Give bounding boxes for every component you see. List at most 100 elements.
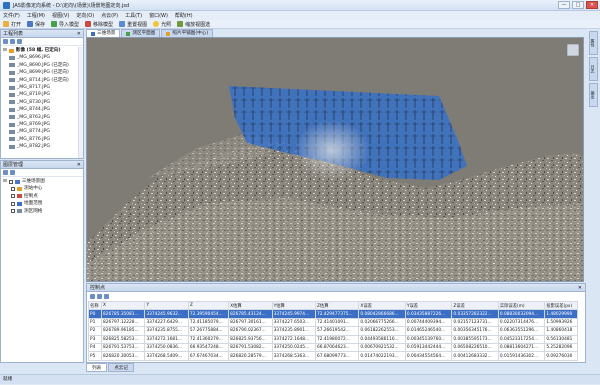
table-cell: 826797.12228... — [101, 317, 146, 328]
table-row[interactable]: P3 826825.58253... 3374272.1681... 72.41360… — [87, 334, 578, 344]
panel-close-icon[interactable]: ✕ — [578, 284, 582, 292]
right-dock: 属性 日志 输出 — [586, 29, 600, 369]
light-button[interactable]: 光照 — [153, 21, 171, 28]
menu-help[interactable]: 帮助(H) — [175, 12, 193, 19]
menu-pointcloud[interactable]: 点云(P) — [101, 12, 118, 19]
save-button[interactable]: 保存 — [27, 21, 45, 28]
layer-item[interactable]: 控制点 — [3, 193, 81, 200]
table-cell: 3374268.5363... — [271, 351, 316, 361]
panel-close-icon[interactable]: ✕ — [77, 30, 81, 38]
image-icon — [9, 129, 15, 134]
minimize-button[interactable]: — — [558, 1, 570, 9]
add-layer-icon[interactable] — [3, 170, 8, 175]
collapse-icon[interactable] — [10, 39, 15, 44]
export-icon[interactable] — [104, 293, 109, 299]
tab-list[interactable]: 列表 — [86, 363, 108, 372]
col-z-err[interactable]: Z误差 — [451, 300, 499, 311]
table-cell: 72.41980072... — [314, 334, 360, 344]
col-proj-err[interactable]: 投影误差(px) — [544, 300, 578, 311]
col-z-est[interactable]: Z估算 — [314, 300, 360, 311]
table-row[interactable]: P4 826791.53753... 3374250.0836... 66.93547… — [87, 342, 578, 353]
import-icon — [51, 21, 58, 27]
tree-item[interactable]: _MG_8690.JPG (已定向) — [3, 62, 81, 69]
layer-item[interactable]: 测站中心 — [3, 185, 81, 192]
image-icon — [9, 63, 15, 68]
tree-item[interactable]: _MG_8776.JPG — [3, 136, 81, 143]
tree-item[interactable]: _MG_8714.JPG (已定向) — [3, 77, 81, 84]
layer-root[interactable]: ⊟ 三维场景图 — [3, 178, 81, 185]
tree-item[interactable]: _MG_8719.JPG — [3, 91, 81, 98]
tree-root[interactable]: ⊟ 影像 (58 幅, 已定向) — [3, 47, 81, 54]
col-x[interactable]: X — [101, 300, 146, 311]
nav-cube-icon[interactable] — [566, 43, 580, 57]
layer-item[interactable]: 测区网格 — [3, 208, 81, 215]
col-real-err[interactable]: 实际误差(m) — [497, 300, 546, 311]
refresh-icon[interactable] — [17, 39, 22, 44]
right-tab-log[interactable]: 日志 — [588, 57, 598, 81]
right-tab-output[interactable]: 输出 — [588, 83, 598, 107]
tree-item[interactable]: _MG_8717.JPG — [3, 84, 81, 91]
tree-item[interactable]: _MG_8696.JPG — [3, 54, 81, 61]
remove-model-button[interactable]: 移除模型 — [85, 21, 113, 28]
project-scrollbar[interactable] — [78, 47, 83, 158]
menu-bar: 文件(F) 工程(M) 视图(V) 定向(O) 点云(P) 工具(T) 窗口(W… — [0, 11, 600, 20]
tree-item[interactable]: _MG_8782.JPG — [3, 143, 81, 150]
menu-window[interactable]: 窗口(W) — [149, 12, 168, 19]
tree-item[interactable]: _MG_8763.JPG — [3, 114, 81, 121]
panel-close-icon[interactable]: ✕ — [77, 161, 81, 169]
table-row[interactable]: P2 826789.96185... 3374235.8755... 57.26775… — [87, 326, 578, 336]
delete-point-icon[interactable] — [97, 293, 102, 299]
table-cell: 3374250.0836... — [144, 342, 189, 353]
3d-viewport[interactable] — [86, 37, 584, 282]
scale-view-button[interactable]: 缩放视图选 — [177, 21, 210, 28]
folder-icon — [8, 48, 14, 53]
tab-photo-tile[interactable]: 照片平铺图(中心) — [161, 29, 214, 37]
table-row[interactable]: P1 826797.12228... 3374227.6429... 72.41185… — [87, 317, 578, 328]
tab-point-record[interactable]: 点云记 — [108, 363, 134, 372]
menu-orient[interactable]: 定向(O) — [76, 12, 94, 19]
checkbox[interactable] — [11, 194, 15, 199]
tree-item[interactable]: _MG_8730.JPG — [3, 99, 81, 106]
table-cell: 72.41401091... — [314, 317, 360, 328]
reset-view-button[interactable]: 重置视图 — [119, 21, 147, 28]
checkbox[interactable] — [11, 187, 15, 192]
col-name[interactable]: 名称 — [87, 300, 103, 311]
add-point-icon[interactable] — [90, 293, 95, 299]
tree-item[interactable]: _MG_8744.JPG — [3, 106, 81, 113]
import-model-button[interactable]: 导入模型 — [51, 21, 79, 28]
expand-icon[interactable] — [3, 39, 8, 44]
checkbox[interactable] — [11, 201, 15, 206]
table-cell: 0.08830032094... — [497, 309, 546, 319]
project-panel-tools — [1, 38, 83, 46]
menu-tools[interactable]: 工具(T) — [125, 12, 142, 19]
checkbox[interactable] — [11, 209, 15, 214]
layer-panel-header: 图层管理 ✕ — [1, 161, 83, 169]
col-x-err[interactable]: X误差 — [358, 300, 406, 311]
tab-3d-scene[interactable]: 三维场景 — [86, 29, 121, 37]
menu-project[interactable]: 工程(M) — [27, 12, 45, 19]
close-button[interactable]: ✕ — [586, 1, 598, 9]
tree-item[interactable]: _MG_8699.JPG (已定向) — [3, 69, 81, 76]
tree-item[interactable]: _MG_8774.JPG — [3, 128, 81, 135]
checkbox[interactable] — [8, 179, 13, 184]
project-panel-header: 工程列表 ✕ — [1, 30, 83, 38]
layer-item[interactable]: 地面范围 — [3, 200, 81, 207]
menu-view[interactable]: 视图(V) — [52, 12, 69, 19]
remove-layer-icon[interactable] — [10, 170, 15, 175]
col-y[interactable]: Y — [144, 300, 189, 311]
table-cell: P1 — [87, 317, 103, 328]
col-x-est[interactable]: X估算 — [228, 300, 273, 311]
table-row[interactable]: P0 826785.35081... 3374245.9632... 72.39590… — [87, 309, 578, 319]
col-y-est[interactable]: Y估算 — [271, 300, 316, 311]
col-z[interactable]: Z — [187, 300, 230, 311]
col-y-err[interactable]: Y误差 — [404, 300, 453, 311]
tree-item[interactable]: _MG_8769.JPG — [3, 121, 81, 128]
table-row[interactable]: P5 826820.30053... 3374268.5409... 67.67467… — [87, 351, 578, 361]
right-tab-properties[interactable]: 属性 — [588, 31, 598, 55]
tab-plan-view[interactable]: 测区平面图 — [121, 29, 161, 37]
maximize-button[interactable]: □ — [572, 1, 584, 9]
menu-file[interactable]: 文件(F) — [3, 12, 20, 19]
table-cell: 72.39590454... — [187, 309, 230, 319]
open-button[interactable]: 打开 — [3, 21, 21, 28]
folder-icon — [3, 21, 9, 27]
